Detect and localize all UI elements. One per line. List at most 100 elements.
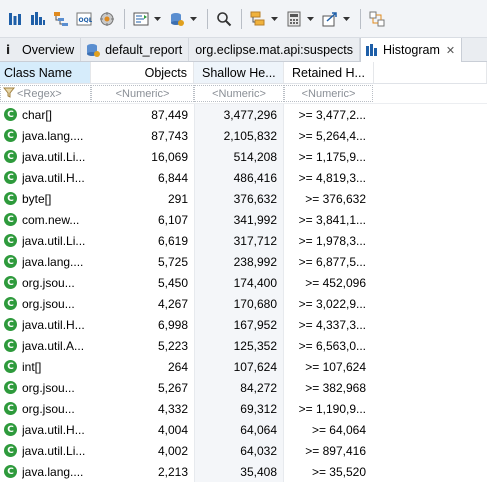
search-icon[interactable] [213,8,235,30]
retained-heap-cell: >= 6,563,0... [298,338,366,353]
shallow-heap-cell: 35,408 [194,461,284,482]
class-name-filter[interactable]: <Regex> [0,85,91,102]
class-name-cell: Cjava.util.H... [0,419,91,440]
class-name-cell: Cjava.util.H... [0,167,91,188]
table-row[interactable]: Ccom.new... 6,107 341,992 >= 3,841,1... [0,209,487,230]
class-name: java.lang.... [22,254,84,269]
shallow-heap-cell: 238,992 [194,251,284,272]
filter-placeholder: <Regex> [17,87,62,100]
thread-overview-icon[interactable] [96,8,118,30]
tab-histogram[interactable]: Histogram ✕ [359,38,463,62]
table-row[interactable]: Cjava.util.Li... 16,069 514,208 >= 1,175,9.… [0,146,487,167]
class-name-cell: Corg.jsou... [0,293,91,314]
group-by-icon[interactable] [247,8,269,30]
class-name: java.lang.... [22,464,84,479]
table-row[interactable]: Cjava.lang.... 5,725 238,992 >= 6,877,5... [0,251,487,272]
class-name: com.new... [22,212,80,227]
table-row[interactable]: Corg.jsou... 5,267 84,272 >= 382,968 [0,377,487,398]
class-icon: C [4,150,17,163]
class-name: java.lang.... [22,128,84,143]
table-row[interactable]: Cjava.util.Li... 4,002 64,032 >= 897,416 [0,440,487,461]
objects-filter[interactable]: <Numeric> [91,85,194,102]
table-row[interactable]: Cjava.util.H... 4,004 64,064 >= 64,064 [0,419,487,440]
shallow-heap-cell: 69,312 [194,398,284,419]
shallow-heap-cell: 84,272 [194,377,284,398]
shallow-heap-cell: 514,208 [194,146,284,167]
column-header-retained-heap[interactable]: Retained H... [284,62,374,83]
class-name-cell: Ccom.new... [0,209,91,230]
table-row[interactable]: Corg.jsou... 4,267 170,680 >= 3,022,9... [0,293,487,314]
histogram-icon[interactable] [27,8,49,30]
editor-tab-bar: i Overview default_report org.eclipse.ma… [0,38,487,62]
table-row[interactable]: Cjava.util.H... 6,844 486,416 >= 4,819,3... [0,167,487,188]
chevron-down-icon[interactable] [306,8,315,30]
tab-suspects[interactable]: org.eclipse.mat.api:suspects [189,38,360,61]
svg-text:OQL: OQL [79,17,93,24]
class-name: java.util.Li... [22,149,86,164]
pin-icon[interactable] [366,8,388,30]
table-row[interactable]: Cjava.lang.... 87,743 2,105,832 >= 5,264,4.… [0,125,487,146]
class-name: java.util.H... [22,317,85,332]
chevron-down-icon[interactable] [342,8,351,30]
tab-overview[interactable]: i Overview [0,38,82,61]
retained-heap-cell: >= 4,337,3... [298,317,366,332]
table-row[interactable]: Corg.jsou... 5,450 174,400 >= 452,096 [0,272,487,293]
close-icon[interactable]: ✕ [446,44,455,57]
tab-label: Histogram [382,43,440,57]
class-name-cell: Corg.jsou... [0,398,91,419]
retained-heap-cell: >= 4,819,3... [298,170,366,185]
class-icon: C [4,360,17,373]
objects-cell: 4,002 [157,443,188,458]
shallow-heap-filter[interactable]: <Numeric> [194,85,284,102]
toolbar: OQL [0,0,487,38]
retained-heap-cell: >= 382,968 [305,380,366,395]
class-name-cell: Cjava.lang.... [0,461,91,482]
table-row[interactable]: Cjava.lang.... 2,213 35,408 >= 35,520 [0,461,487,482]
class-icon: C [4,381,17,394]
calculator-icon[interactable] [283,8,305,30]
column-header-class-name[interactable]: Class Name [0,62,91,83]
retained-heap-cell: >= 897,416 [305,443,366,458]
class-name-cell: Cjava.lang.... [0,125,91,146]
class-name-cell: Cjava.util.Li... [0,146,91,167]
table-row[interactable]: Cjava.util.Li... 6,619 317,712 >= 1,978,3..… [0,230,487,251]
table-row[interactable]: Cbyte[] 291 376,632 >= 376,632 [0,188,487,209]
table-header: Class Name Objects Shallow He... Retaine… [0,62,487,84]
table-row[interactable]: Cjava.util.A... 5,223 125,352 >= 6,563,0... [0,335,487,356]
shallow-heap-cell: 3,477,296 [194,104,284,125]
column-header-shallow-heap[interactable]: Shallow He... [194,62,284,83]
objects-cell: 4,004 [157,422,188,437]
oql-icon[interactable]: OQL [73,8,95,30]
class-name: org.jsou... [22,275,75,290]
objects-cell: 6,844 [157,170,188,185]
table-row[interactable]: Cchar[] 87,449 3,477,296 >= 3,477,2... [0,104,487,125]
class-name: org.jsou... [22,380,75,395]
tab-default-report[interactable]: default_report [81,38,190,61]
chevron-down-icon[interactable] [153,8,162,30]
column-header-objects[interactable]: Objects [91,62,194,83]
objects-cell: 6,107 [157,212,188,227]
chevron-down-icon[interactable] [270,8,279,30]
class-icon: C [4,423,17,436]
objects-cell: 6,998 [157,317,188,332]
overview-icon[interactable] [4,8,26,30]
table-row[interactable]: Corg.jsou... 4,332 69,312 >= 1,190,9... [0,398,487,419]
retained-heap-cell: >= 3,477,2... [298,107,366,122]
heap-dump-overview-icon[interactable] [166,8,188,30]
svg-text:i: i [6,43,10,56]
query-browser-icon[interactable] [130,8,152,30]
table-row[interactable]: Cint[] 264 107,624 >= 107,624 [0,356,487,377]
class-icon: C [4,213,17,226]
retained-heap-filter[interactable]: <Numeric> [284,85,373,102]
dominator-tree-icon[interactable] [50,8,72,30]
retained-heap-cell: >= 452,096 [305,275,366,290]
chevron-down-icon[interactable] [189,8,198,30]
export-icon[interactable] [319,8,341,30]
objects-cell: 87,743 [151,128,188,143]
class-icon: C [4,444,17,457]
objects-cell: 16,069 [151,149,188,164]
table-row[interactable]: Cjava.util.H... 6,998 167,952 >= 4,337,3... [0,314,487,335]
shallow-heap-cell: 486,416 [194,167,284,188]
class-name-cell: Cjava.util.Li... [0,440,91,461]
retained-heap-cell: >= 3,022,9... [298,296,366,311]
